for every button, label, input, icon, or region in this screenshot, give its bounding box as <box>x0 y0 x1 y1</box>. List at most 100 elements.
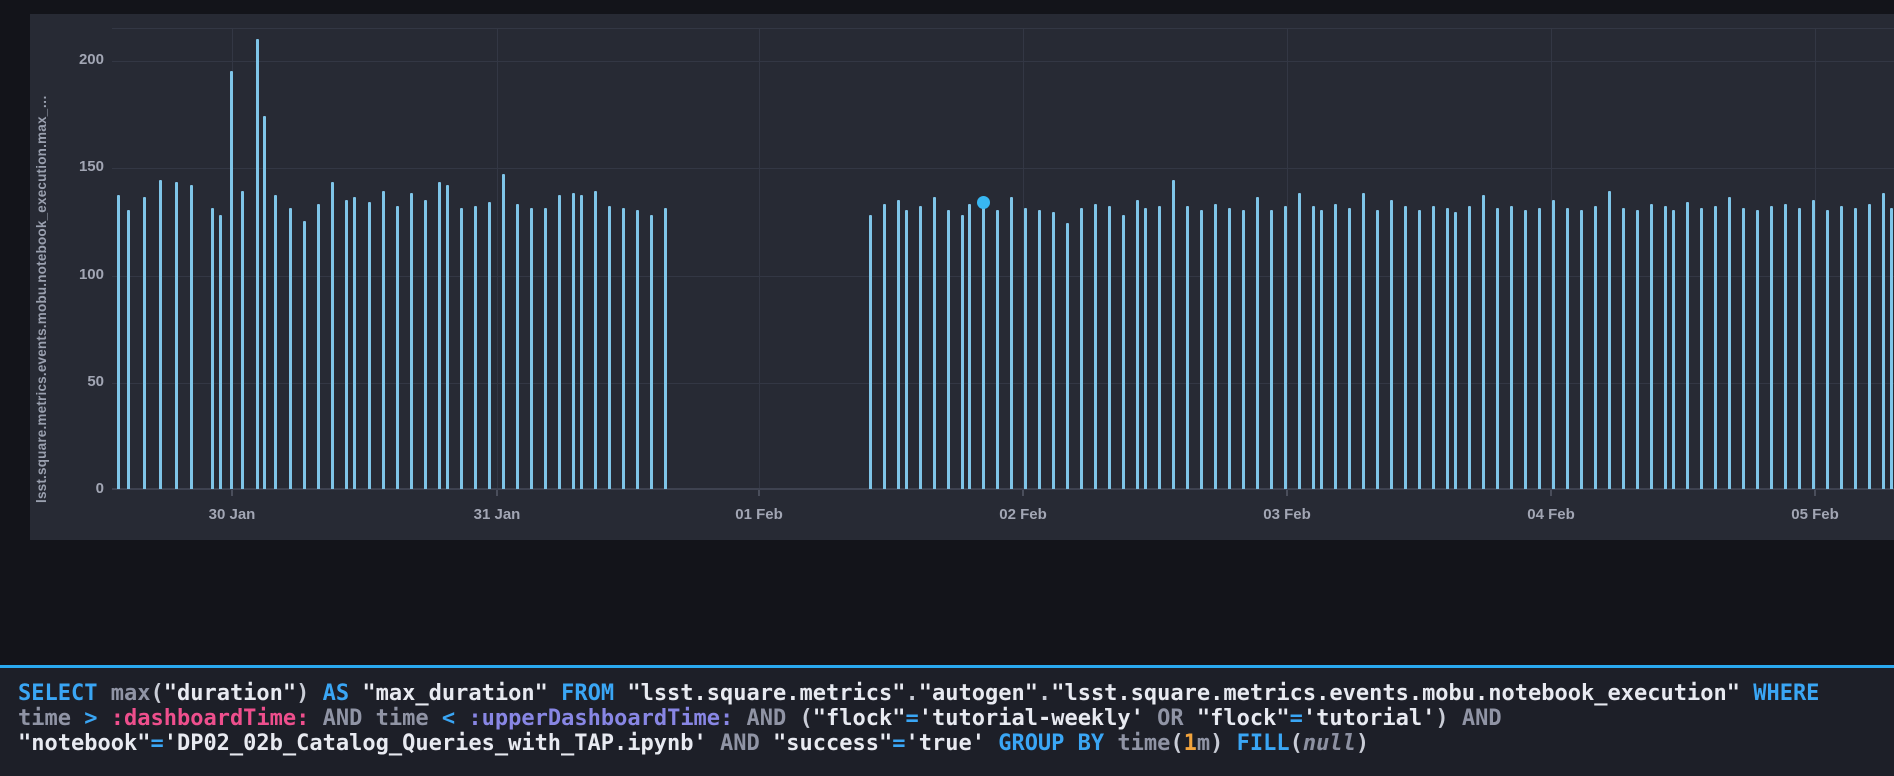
query-token-pn: ) <box>1355 731 1370 756</box>
data-spike <box>1390 199 1393 489</box>
data-spike <box>1868 203 1871 489</box>
data-spike <box>1664 205 1667 489</box>
data-spike <box>1826 210 1829 489</box>
x-tick-label: 05 Feb <box>1791 506 1839 523</box>
data-spike <box>241 190 244 489</box>
data-spike <box>1320 210 1323 489</box>
query-token-kw: = <box>150 731 164 756</box>
data-spike <box>530 208 533 489</box>
data-spike <box>353 197 356 489</box>
data-spike <box>982 201 985 489</box>
data-spike <box>303 220 306 489</box>
data-spike <box>230 70 233 489</box>
query-token-pn: ( <box>1170 731 1184 756</box>
query-token-fn: AND <box>1461 706 1502 731</box>
data-spike <box>1404 205 1407 489</box>
data-spike <box>127 210 130 489</box>
data-spike <box>1552 199 1555 489</box>
data-spike <box>1270 210 1273 489</box>
data-spike <box>1144 208 1147 489</box>
data-spike <box>1080 208 1083 489</box>
data-spike <box>1024 208 1027 489</box>
data-spike <box>1362 193 1365 489</box>
data-spike <box>1728 197 1731 489</box>
query-token-kw: FROM <box>561 681 615 706</box>
data-spike <box>1312 205 1315 489</box>
query-token-kw: GROUP BY <box>984 731 1118 756</box>
x-tick-label: 30 Jan <box>208 506 256 523</box>
data-spike <box>516 203 519 489</box>
y-tick-label: 200 <box>78 51 104 69</box>
query-token-kw: = <box>1289 706 1303 731</box>
data-spike <box>1756 210 1759 489</box>
data-spike <box>1348 208 1351 489</box>
data-spike <box>897 199 900 489</box>
query-text-line: SELECT max("duration") AS "max_duration"… <box>18 681 1894 706</box>
data-spike <box>1594 205 1597 489</box>
x-tick-label: 03 Feb <box>1263 506 1311 523</box>
data-spike <box>331 182 334 489</box>
query-token-pn: ( <box>1289 731 1303 756</box>
query-token-kw: WHERE <box>1753 681 1820 706</box>
data-spike <box>1256 197 1259 489</box>
y-axis-labels: 0 50 100 150 200 <box>30 28 104 497</box>
query-token-str: 'true' <box>905 731 985 756</box>
data-spike <box>1812 199 1815 489</box>
data-spike <box>1650 203 1653 489</box>
query-token-fn: AND <box>733 706 800 731</box>
data-spike <box>274 195 277 489</box>
data-spike <box>1798 208 1801 489</box>
query-token-kw: = <box>892 731 906 756</box>
data-spike <box>1284 205 1287 489</box>
y-tick-label: 0 <box>95 480 104 497</box>
data-spike <box>159 180 162 489</box>
data-spike <box>289 208 292 489</box>
query-token-pink: :dashboardTime: <box>110 706 310 731</box>
query-token-num: 1 <box>1183 731 1197 756</box>
data-spike <box>345 199 348 489</box>
query-token-fn: time <box>375 706 442 731</box>
data-spike <box>1890 208 1893 489</box>
data-spike <box>1538 208 1541 489</box>
query-token-fn: max <box>110 681 151 706</box>
query-token-str: "flock" <box>1196 706 1290 731</box>
y-tick-label: 50 <box>87 372 104 390</box>
data-spike <box>1432 205 1435 489</box>
query-token-kw: = <box>905 706 919 731</box>
data-spike <box>317 203 320 489</box>
query-token-str: 'tutorial-weekly' <box>918 706 1144 731</box>
data-spike <box>256 38 259 489</box>
query-token-fn: AND <box>309 706 376 731</box>
data-spike <box>869 214 872 489</box>
query-token-pn: ) <box>296 681 323 706</box>
v-gridline <box>759 29 760 489</box>
data-spike <box>636 210 639 489</box>
data-spike <box>1418 210 1421 489</box>
data-spike <box>1496 208 1499 489</box>
query-token-kw: SELECT <box>18 681 111 706</box>
data-spike <box>1742 208 1745 489</box>
query-token-pn: ) <box>1435 706 1462 731</box>
x-axis-baseline <box>112 488 1894 490</box>
data-spike <box>1186 205 1189 489</box>
data-spike <box>1714 205 1717 489</box>
data-spike <box>608 205 611 489</box>
x-tick-mark <box>496 490 498 496</box>
plot-area[interactable] <box>112 28 1894 496</box>
x-tick-mark <box>1022 490 1024 496</box>
data-spike <box>1334 203 1337 489</box>
query-token-str: "lsst.square.metrics.events.mobu.noteboo… <box>1051 681 1754 706</box>
query-editor[interactable]: SELECT max("duration") AS "max_duration"… <box>0 665 1894 776</box>
data-spike <box>1840 205 1843 489</box>
data-spike <box>424 199 427 489</box>
v-gridline <box>497 29 498 489</box>
query-token-fn: OR <box>1143 706 1197 731</box>
query-token-fn: time <box>1117 731 1171 756</box>
query-token-str: "success" <box>773 731 893 756</box>
h-gridline <box>112 382 1894 384</box>
data-spike <box>1580 210 1583 489</box>
data-spike <box>1608 190 1611 489</box>
data-spike <box>883 203 886 489</box>
query-token-fn: AND <box>706 731 773 756</box>
data-spike <box>933 197 936 489</box>
